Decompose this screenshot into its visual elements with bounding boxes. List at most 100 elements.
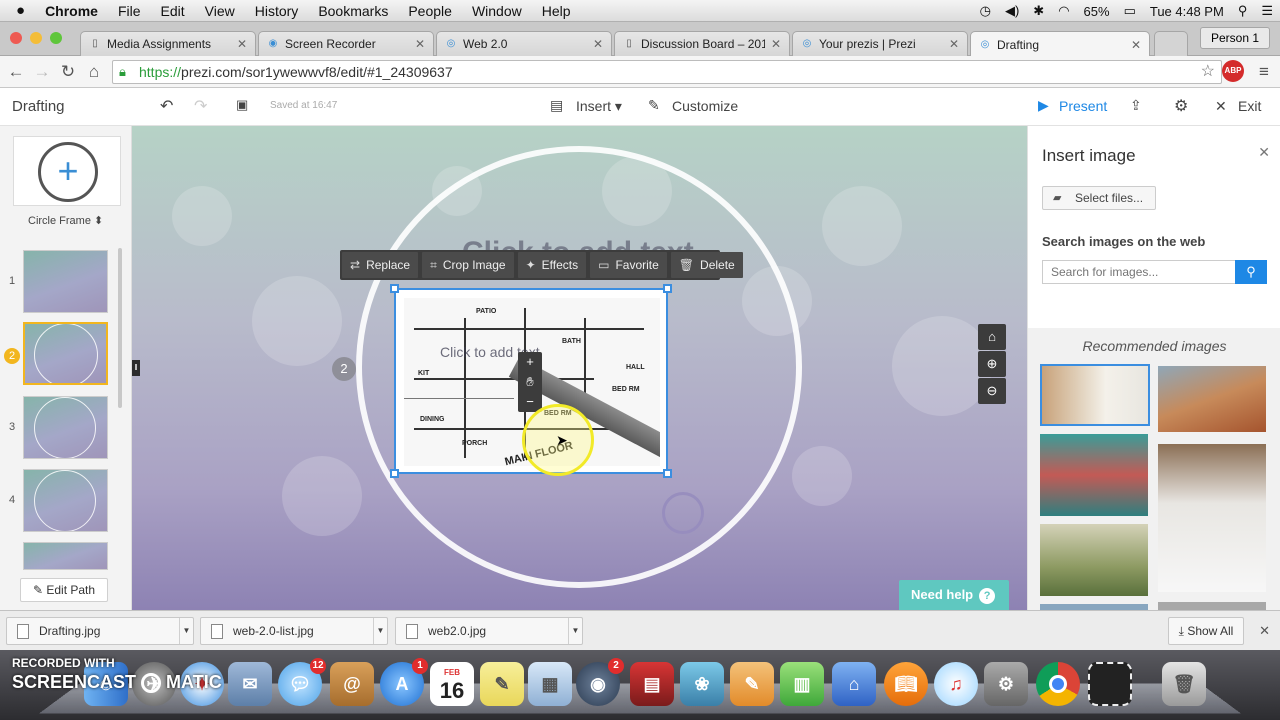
favorite-button[interactable]: ▭ Favorite <box>590 252 667 278</box>
save-icon[interactable]: ▣ <box>236 97 248 113</box>
chevron-down-icon[interactable]: ▼ <box>179 618 193 644</box>
present-button[interactable]: Present <box>1059 98 1107 114</box>
recommended-image-landscape[interactable] <box>1040 524 1148 596</box>
replace-button[interactable]: ⇄ Replace <box>342 252 419 278</box>
sidebar-collapse-handle[interactable]: ‖ <box>132 360 140 376</box>
prezi-canvas[interactable]: Click to add text 2 ⇄Replace ⌗Crop Image… <box>132 126 1027 610</box>
pages-icon[interactable]: ✎ <box>730 662 774 706</box>
menu-window[interactable]: Window <box>462 3 532 19</box>
iphoto-icon[interactable]: ❀ <box>680 662 724 706</box>
photo-booth-icon[interactable]: ▤ <box>630 662 674 706</box>
sidebar-scrollbar[interactable] <box>118 248 122 408</box>
app-menu-chrome[interactable]: Chrome <box>35 3 108 19</box>
address-bar[interactable]: 🔒︎ https://prezi.com/sor1ywewwvf8/edit/#… <box>112 60 1222 84</box>
close-icon[interactable]: ✕ <box>771 37 781 51</box>
time-machine-icon[interactable]: ◷ <box>980 3 991 19</box>
recommended-image-dome-building[interactable] <box>1040 434 1148 516</box>
itunes-icon[interactable]: ♫ <box>934 662 978 706</box>
adblock-icon[interactable]: ABP <box>1222 60 1244 82</box>
chevron-down-icon[interactable]: ▼ <box>373 618 387 644</box>
scale-up-icon[interactable]: + <box>518 352 542 372</box>
contacts-icon[interactable]: @ <box>330 662 374 706</box>
close-icon[interactable]: ✕ <box>237 37 247 51</box>
show-all-downloads-button[interactable]: ⤓ Show All <box>1168 617 1244 645</box>
download-item-web-2-0-list[interactable]: web-2.0-list.jpg ▼ <box>200 617 388 645</box>
select-files-button[interactable]: ▰ Select files... <box>1042 186 1156 210</box>
tab-screen-recorder[interactable]: ◉ Screen Recorder ✕ <box>258 31 434 56</box>
chrome-icon[interactable] <box>1036 662 1080 706</box>
screenshot-selection-icon[interactable] <box>1088 662 1132 706</box>
battery-icon[interactable]: ▭ <box>1124 3 1136 19</box>
bluetooth-icon[interactable]: ✱ <box>1033 3 1044 19</box>
menu-edit[interactable]: Edit <box>151 3 195 19</box>
ibooks-icon[interactable]: 📖︎ <box>884 662 928 706</box>
forward-icon[interactable]: → <box>30 60 54 84</box>
window-minimize-button[interactable] <box>30 32 42 44</box>
battery-percent[interactable]: 65% <box>1084 4 1110 19</box>
keynote-icon[interactable]: ⌂ <box>832 662 876 706</box>
effects-button[interactable]: ✦ Effects <box>517 252 587 278</box>
path-thumbnail-5[interactable] <box>23 542 108 570</box>
messages-icon[interactable]: 💬︎ 12 <box>278 658 326 706</box>
close-icon[interactable]: ✕ <box>415 37 425 51</box>
mail-stamp-icon[interactable]: ✉ <box>228 662 272 706</box>
zoom-out-icon[interactable]: ⊖ <box>978 378 1006 404</box>
need-help-button[interactable]: Need help? <box>899 580 1009 610</box>
trash-icon[interactable]: 🗑︎ <box>1162 662 1206 706</box>
menubar-clock[interactable]: Tue 4:48 PM <box>1150 4 1224 19</box>
add-frame-button[interactable]: + <box>13 136 121 206</box>
home-icon[interactable]: ⌂ <box>82 60 106 84</box>
insert-menu[interactable]: Insert ▾ <box>576 98 622 115</box>
profile-button[interactable]: Person 1 <box>1199 27 1270 49</box>
edit-path-button[interactable]: ✎ Edit Path <box>20 578 108 602</box>
tab-drafting[interactable]: ◎ Drafting ✕ <box>970 31 1150 57</box>
frame-type-select[interactable]: Circle Frame ⬍ <box>28 214 103 227</box>
redo-icon[interactable]: ↷ <box>194 96 207 116</box>
recommended-image-food-table[interactable] <box>1158 366 1266 432</box>
share-icon[interactable]: ⇪ <box>1130 97 1142 114</box>
path-thumbnail-3[interactable] <box>23 396 108 459</box>
menu-file[interactable]: File <box>108 3 151 19</box>
zoom-in-icon[interactable]: ⊕ <box>978 351 1006 377</box>
close-icon[interactable]: ✕ <box>593 37 603 51</box>
system-preferences-icon[interactable]: ⚙ <box>984 662 1028 706</box>
close-icon[interactable]: ✕ <box>1259 623 1270 639</box>
chevron-down-icon[interactable]: ▼ <box>568 618 582 644</box>
spotlight-icon[interactable]: ⚲ <box>1238 3 1248 19</box>
resize-handle-bl[interactable] <box>390 469 399 478</box>
download-item-drafting[interactable]: Drafting.jpg ▼ <box>6 617 194 645</box>
facetime-icon[interactable]: ◉ 2 <box>576 658 624 706</box>
resize-handle-br[interactable] <box>663 469 672 478</box>
image-search-input[interactable] <box>1042 260 1236 284</box>
menu-view[interactable]: View <box>195 3 245 19</box>
close-icon[interactable]: ✕ <box>1131 38 1141 52</box>
back-icon[interactable]: ← <box>4 60 28 84</box>
apple-menu-icon[interactable]: ● <box>0 2 35 19</box>
exit-button[interactable]: Exit <box>1238 98 1261 114</box>
menu-bookmarks[interactable]: Bookmarks <box>308 3 398 19</box>
move-hand-icon[interactable]: ✋︎ <box>518 372 542 392</box>
reload-icon[interactable]: ↻ <box>56 60 80 84</box>
undo-icon[interactable]: ↶ <box>160 96 173 116</box>
wifi-icon[interactable]: ◠ <box>1058 3 1069 19</box>
search-icon[interactable]: ⚲ <box>1235 260 1267 284</box>
bookmark-star-icon[interactable]: ☆ <box>1201 61 1215 83</box>
new-tab-button[interactable] <box>1154 31 1188 56</box>
notes-icon[interactable]: ✎ <box>480 662 524 706</box>
path-thumbnail-4[interactable] <box>23 469 108 532</box>
chrome-menu-icon[interactable]: ≡ <box>1252 60 1276 84</box>
download-item-web2-0[interactable]: web2.0.jpg ▼ <box>395 617 583 645</box>
recommended-image-partial[interactable] <box>1158 602 1266 610</box>
resize-handle-tl[interactable] <box>390 284 399 293</box>
recommended-image-wedding-card[interactable] <box>1040 364 1150 426</box>
window-zoom-button[interactable] <box>50 32 62 44</box>
path-thumbnail-1[interactable] <box>23 250 108 313</box>
close-icon[interactable]: ✕ <box>949 37 959 51</box>
close-icon[interactable]: ✕ <box>1258 144 1270 161</box>
window-close-button[interactable] <box>10 32 22 44</box>
calendar-icon[interactable]: FEB 16 <box>430 662 474 706</box>
tab-web-2-0[interactable]: ◎ Web 2.0 ✕ <box>436 31 612 56</box>
tab-media-assignments[interactable]: ▯ Media Assignments ✕ <box>80 31 256 56</box>
presentation-title[interactable]: Drafting <box>12 98 65 115</box>
resize-handle-tr[interactable] <box>663 284 672 293</box>
